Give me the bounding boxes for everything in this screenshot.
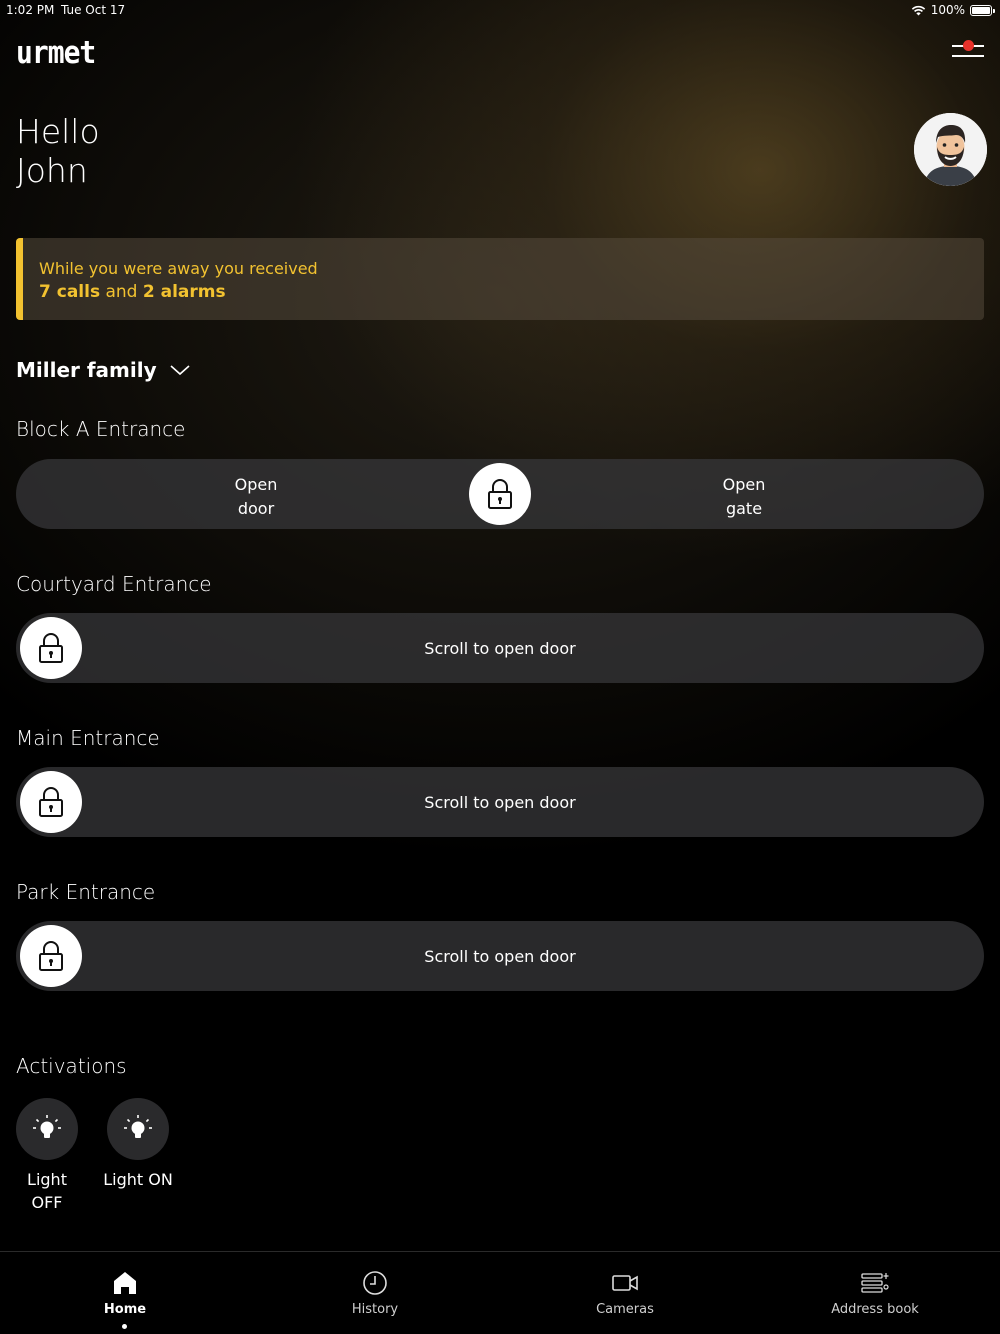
slider-knob[interactable] — [20, 925, 82, 987]
activation-light-on[interactable]: Light ON — [103, 1098, 173, 1189]
notification-dot — [963, 40, 974, 51]
entrance-title: Main Entrance — [16, 726, 160, 750]
tab-bar: Home History Cameras Address book — [0, 1251, 1000, 1334]
avatar[interactable] — [914, 113, 987, 186]
chevron-down-icon — [170, 365, 190, 376]
lightbulb-icon — [124, 1115, 152, 1138]
open-door-label-line1: Open — [234, 475, 278, 494]
wifi-icon — [911, 5, 925, 15]
notice-line-1: While you were away you received — [39, 259, 318, 278]
lock-icon — [39, 787, 63, 817]
status-bar: 1:02 PM Tue Oct 17 100% — [0, 0, 1000, 20]
notice-and: and — [105, 282, 138, 302]
family-label: Miller family — [16, 358, 157, 382]
tab-address-book[interactable]: Address book — [750, 1252, 1000, 1334]
menu-button[interactable] — [948, 36, 988, 62]
slider-label: Scroll to open door — [424, 792, 576, 812]
slider-knob[interactable] — [20, 617, 82, 679]
notice-line-2: 7 calls and 2 alarms — [39, 282, 226, 302]
greeting-hello: Hello — [16, 112, 100, 151]
activation-button[interactable] — [16, 1098, 78, 1160]
activation-label-line1: Light — [27, 1170, 67, 1189]
open-door-slider[interactable]: Scroll to open door — [16, 613, 984, 683]
urmet-logo: urmet — [16, 34, 96, 71]
entrance-title: Block A Entrance — [16, 417, 186, 441]
address-book-icon — [861, 1273, 889, 1293]
notice-calls: 7 calls — [39, 282, 101, 302]
user-avatar-icon — [914, 113, 987, 186]
battery-icon — [970, 4, 995, 16]
camera-icon — [612, 1275, 638, 1291]
clock-icon — [363, 1271, 387, 1295]
active-tab-indicator — [122, 1324, 127, 1329]
activation-label-line2: OFF — [31, 1193, 63, 1212]
open-door-slider[interactable]: Scroll to open door — [16, 921, 984, 991]
tab-home[interactable]: Home — [0, 1252, 250, 1334]
slider-knob[interactable] — [20, 771, 82, 833]
activation-light-off[interactable]: Light OFF — [16, 1098, 78, 1212]
tab-cameras[interactable]: Cameras — [500, 1252, 750, 1334]
notice-accent-bar — [16, 238, 23, 320]
greeting: Hello John — [16, 112, 100, 190]
activation-label-line1: Light ON — [103, 1170, 173, 1189]
notice-alarms: 2 alarms — [142, 282, 226, 302]
family-selector[interactable]: Miller family — [16, 358, 191, 382]
slider-label: Scroll to open door — [424, 946, 576, 966]
activation-button[interactable] — [107, 1098, 169, 1160]
activation-label: Light ON — [87, 1168, 189, 1191]
slider-label: Scroll to open door — [424, 638, 576, 658]
tab-label: Home — [103, 1302, 147, 1317]
lock-icon — [488, 479, 512, 509]
battery-percent: 100% — [930, 3, 965, 17]
entrance-title: Park Entrance — [16, 880, 156, 904]
greeting-name: John — [16, 151, 88, 190]
open-door-label-line2: door — [237, 499, 275, 518]
lock-icon — [39, 941, 63, 971]
status-right: 100% — [911, 3, 995, 17]
open-gate-label-line2: gate — [725, 499, 763, 518]
status-time: 1:02 PM — [6, 3, 55, 17]
open-gate-label: Open gate — [684, 473, 804, 521]
missed-events-notice[interactable]: While you were away you received 7 calls… — [16, 238, 984, 320]
door-gate-slider[interactable]: Open door Open gate — [16, 459, 984, 529]
tab-label: Address book — [831, 1302, 919, 1317]
tab-history[interactable]: History — [250, 1252, 500, 1334]
lightbulb-icon — [33, 1115, 61, 1138]
slider-knob[interactable] — [469, 463, 531, 525]
open-door-slider[interactable]: Scroll to open door — [16, 767, 984, 837]
activations-title: Activations — [16, 1054, 127, 1078]
tab-label: Cameras — [596, 1302, 654, 1317]
open-door-label: Open door — [196, 473, 316, 521]
menu-line-icon — [952, 55, 984, 57]
status-date: Tue Oct 17 — [61, 3, 126, 17]
lock-icon — [39, 633, 63, 663]
open-gate-label-line1: Open — [722, 475, 766, 494]
entrance-title: Courtyard Entrance — [16, 572, 212, 596]
home-icon — [114, 1272, 136, 1294]
activation-label: Light OFF — [0, 1168, 98, 1214]
tab-label: History — [351, 1302, 399, 1317]
